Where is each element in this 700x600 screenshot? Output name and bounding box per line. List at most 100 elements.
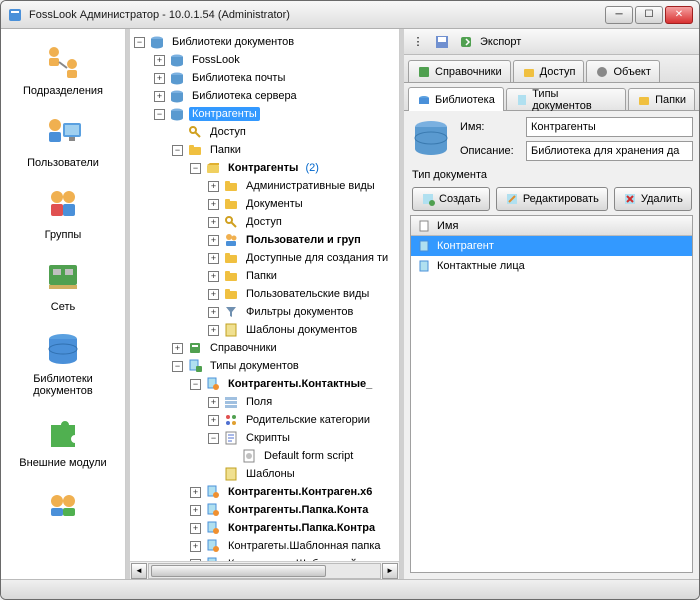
tree-node[interactable]: +FossLook xyxy=(132,51,397,69)
tree-node[interactable]: Default form script xyxy=(132,447,397,465)
sidebar-item-users[interactable]: Пользователи xyxy=(1,105,125,177)
edit-button[interactable]: Редактировать xyxy=(496,187,608,211)
expander-icon[interactable]: + xyxy=(208,199,219,210)
create-button[interactable]: Создать xyxy=(412,187,490,211)
expander-icon[interactable]: + xyxy=(154,91,165,102)
tree-label: Доступные для создания ти xyxy=(243,251,391,265)
expander-icon[interactable]: − xyxy=(172,361,183,372)
tree-label: Контрагенты xyxy=(189,107,260,121)
expander-icon[interactable]: + xyxy=(172,343,183,354)
expander-icon[interactable]: + xyxy=(190,505,201,516)
doc-icon xyxy=(417,219,431,233)
list-row[interactable]: Контактные лица xyxy=(411,256,692,276)
tree-node[interactable]: +Библиотека почты xyxy=(132,69,397,87)
expander-icon[interactable]: + xyxy=(208,307,219,318)
tab-doctypes[interactable]: Типы документов xyxy=(506,88,626,110)
org-icon xyxy=(43,41,83,81)
tree-node[interactable]: +Пользователи и груп xyxy=(132,231,397,249)
expander-icon[interactable]: + xyxy=(208,271,219,282)
scroll-left-button[interactable]: ◄ xyxy=(131,563,147,579)
tree-node[interactable]: +Контрагеты.Шаблонная папка xyxy=(132,537,397,555)
expander-icon[interactable]: − xyxy=(208,433,219,444)
tree-node[interactable]: −Контрагенты(2) xyxy=(132,159,397,177)
tab-references[interactable]: Справочники xyxy=(408,60,511,82)
tree-node[interactable]: +Контрагенты.Контраген.x6 xyxy=(132,483,397,501)
expander-icon[interactable]: + xyxy=(190,523,201,534)
sidebar-item-network[interactable]: Сеть xyxy=(1,249,125,321)
close-button[interactable]: ✕ xyxy=(665,6,693,24)
db-icon xyxy=(169,70,185,86)
folder-icon xyxy=(223,196,239,212)
name-input[interactable] xyxy=(526,117,693,137)
expander-icon[interactable]: + xyxy=(208,235,219,246)
expander-icon[interactable]: − xyxy=(190,379,201,390)
save-icon[interactable] xyxy=(432,32,452,52)
scroll-right-button[interactable]: ► xyxy=(382,563,398,579)
tree-node[interactable]: −Типы документов xyxy=(132,357,397,375)
tree-node[interactable]: − Контрагенты xyxy=(132,105,397,123)
tree-node[interactable]: +Родительские категории xyxy=(132,411,397,429)
desc-input[interactable] xyxy=(526,141,693,161)
expander-icon[interactable]: + xyxy=(208,253,219,264)
tree-node[interactable]: −Папки xyxy=(132,141,397,159)
tree-node[interactable]: Доступ xyxy=(132,123,397,141)
scroll-thumb[interactable] xyxy=(151,565,326,577)
expander-icon[interactable]: − xyxy=(134,37,145,48)
tree-label: Default form script xyxy=(261,449,356,463)
tab-object[interactable]: Объект xyxy=(586,60,659,82)
tree-node[interactable]: +Контрагенты.Папка.Контра xyxy=(132,519,397,537)
tree-node[interactable]: +Папки xyxy=(132,267,397,285)
sidebar-item-more[interactable] xyxy=(1,477,125,537)
doctype-section-label: Тип документа xyxy=(404,167,699,183)
tree-node[interactable]: +Доступ xyxy=(132,213,397,231)
tree-node[interactable]: +Фильтры документов xyxy=(132,303,397,321)
tree-node[interactable]: +Административные виды xyxy=(132,177,397,195)
expander-icon[interactable]: − xyxy=(172,145,183,156)
scroll-track[interactable] xyxy=(148,563,381,579)
tree-node[interactable]: +Поля xyxy=(132,393,397,411)
expander-icon[interactable]: + xyxy=(208,181,219,192)
tree-node[interactable]: +Справочники xyxy=(132,339,397,357)
expander-icon[interactable]: + xyxy=(208,217,219,228)
titlebar[interactable]: FossLook Администратор - 10.0.1.54 (Admi… xyxy=(1,1,699,29)
expander-icon[interactable]: + xyxy=(190,487,201,498)
tab-access[interactable]: Доступ xyxy=(513,60,585,82)
tree-node[interactable]: −Скрипты xyxy=(132,429,397,447)
tree-view[interactable]: −Библиотеки документов+FossLook+Библиоте… xyxy=(130,29,399,561)
expander-icon[interactable]: + xyxy=(208,289,219,300)
expander-icon[interactable]: + xyxy=(154,73,165,84)
count-badge: (2) xyxy=(305,162,318,174)
expander-icon[interactable]: + xyxy=(208,415,219,426)
template-icon xyxy=(223,322,239,338)
expander-icon[interactable]: − xyxy=(190,163,201,174)
list-row[interactable]: Контрагент xyxy=(411,236,692,256)
tab-folders[interactable]: Папки xyxy=(628,88,695,110)
tree-node[interactable]: Шаблоны xyxy=(132,465,397,483)
tab-library[interactable]: Библиотека xyxy=(408,87,504,111)
tree-node[interactable]: +Пользовательские виды xyxy=(132,285,397,303)
tree-root[interactable]: −Библиотеки документов xyxy=(132,33,397,51)
expander-icon[interactable]: + xyxy=(208,397,219,408)
tree-node[interactable]: + Доступные для создания ти xyxy=(132,249,397,267)
list-header[interactable]: Имя xyxy=(411,216,692,236)
export-icon[interactable] xyxy=(456,32,476,52)
tree-hscrollbar[interactable]: ◄ ► xyxy=(130,561,399,579)
expander-icon[interactable]: + xyxy=(208,325,219,336)
sidebar-item-libraries[interactable]: Библиотеки документов xyxy=(1,321,125,405)
sidebar-item-modules[interactable]: Внешние модули xyxy=(1,405,125,477)
expander-icon[interactable]: + xyxy=(190,541,201,552)
book-icon xyxy=(187,340,203,356)
sidebar-item-groups[interactable]: Группы xyxy=(1,177,125,249)
tree-node[interactable]: −Контрагенты.Контактные_ xyxy=(132,375,397,393)
delete-button[interactable]: Удалить xyxy=(614,187,692,211)
maximize-button[interactable]: ☐ xyxy=(635,6,663,24)
tree-node[interactable]: +Шаблоны документов xyxy=(132,321,397,339)
expander-icon[interactable]: − xyxy=(154,109,165,120)
expander-icon[interactable]: + xyxy=(154,55,165,66)
minimize-button[interactable]: ─ xyxy=(605,6,633,24)
tree-node[interactable]: +Документы xyxy=(132,195,397,213)
tree-node[interactable]: +Контрагенты.Папка.Конта xyxy=(132,501,397,519)
sidebar-item-departments[interactable]: Подразделения xyxy=(1,33,125,105)
export-label[interactable]: Экспорт xyxy=(480,36,521,48)
tree-node[interactable]: +Библиотека сервера xyxy=(132,87,397,105)
